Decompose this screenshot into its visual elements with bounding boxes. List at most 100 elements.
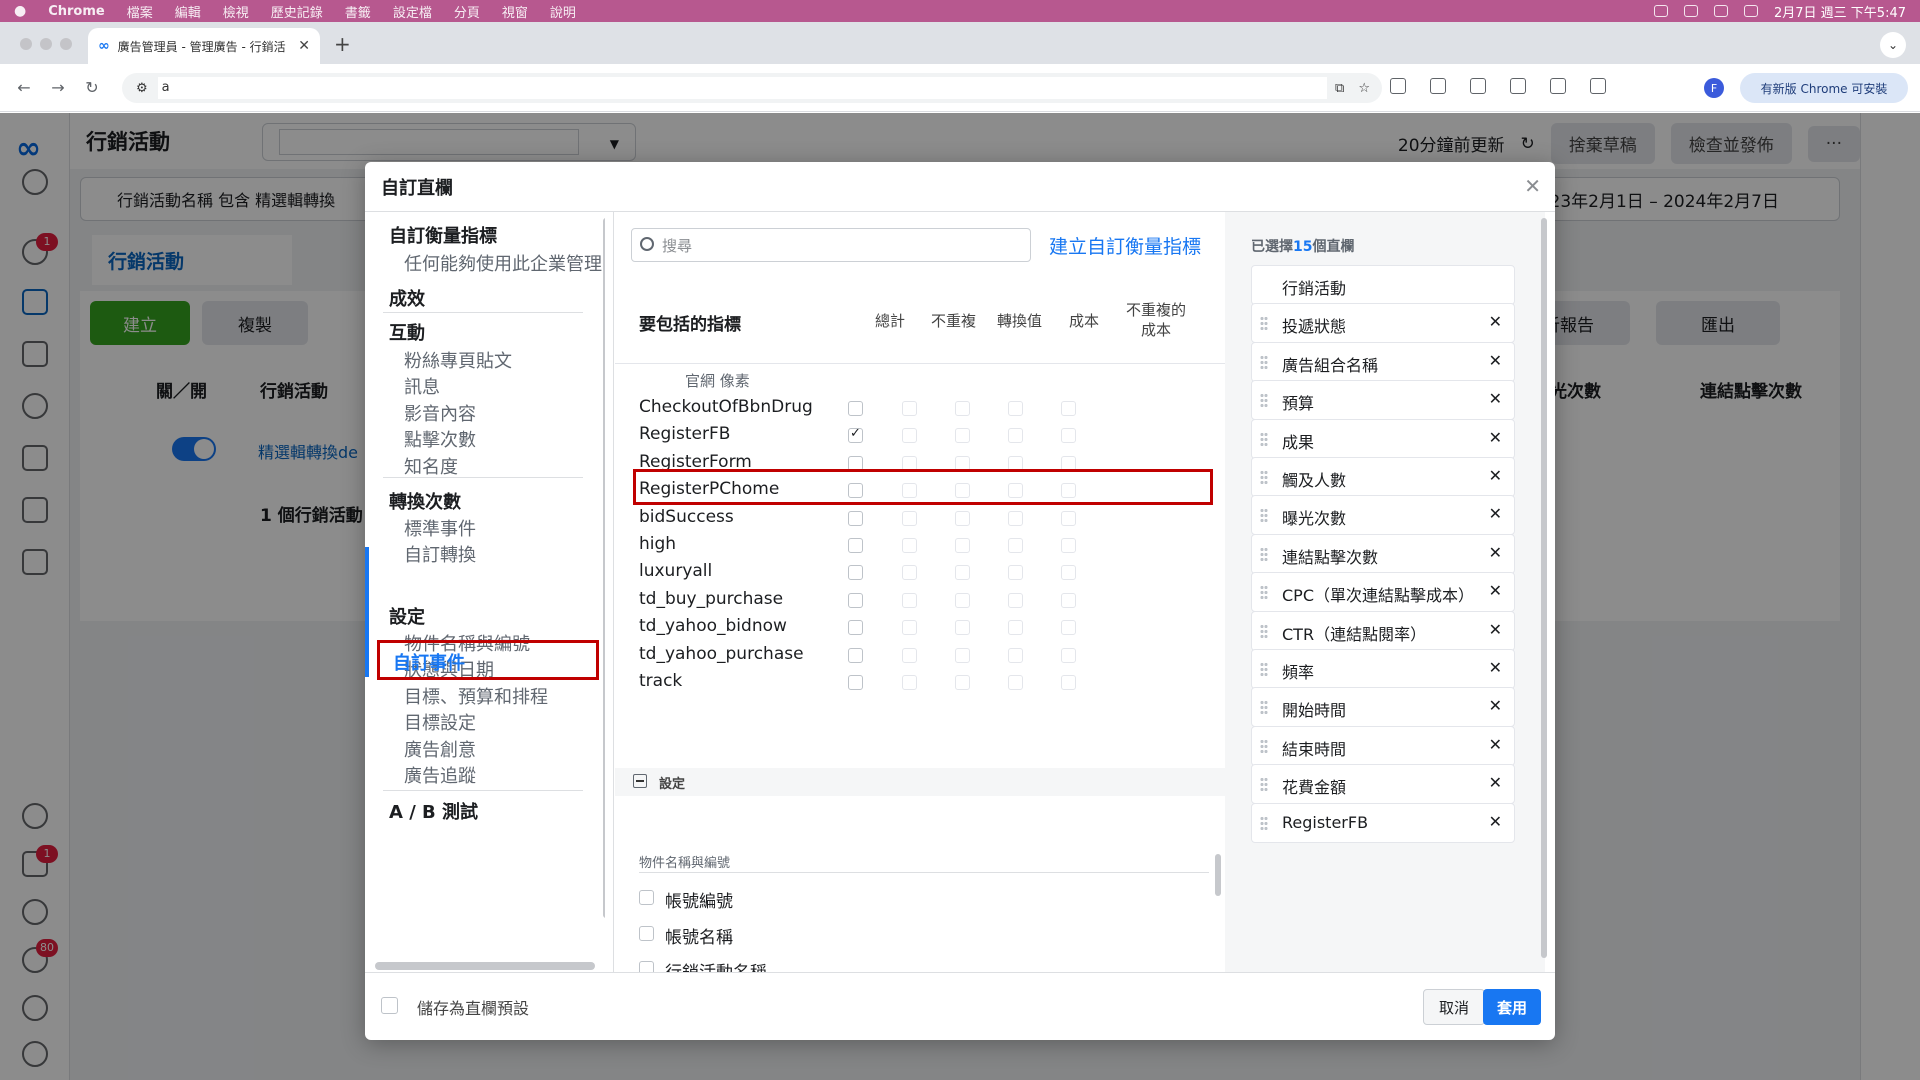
translate-icon[interactable]: [1430, 78, 1446, 94]
chrome-update-button[interactable]: 有新版 Chrome 可安裝: [1740, 73, 1908, 103]
metric-checkbox[interactable]: [955, 538, 970, 553]
apple-icon[interactable]: ●: [14, 3, 26, 19]
metric-checkbox[interactable]: [955, 592, 970, 608]
selected-column-item[interactable]: 花費金額 ✕: [1251, 764, 1515, 805]
metrics-scrollbar[interactable]: [1215, 854, 1221, 896]
profile-avatar[interactable]: F: [1704, 78, 1724, 98]
nav-item[interactable]: 目標、預算和排程: [404, 683, 548, 709]
menubar-item-bookmarks[interactable]: 書籤: [345, 2, 371, 21]
metric-checkbox[interactable]: [1061, 401, 1076, 416]
remove-column-icon[interactable]: ✕: [1489, 466, 1502, 485]
remove-column-icon[interactable]: ✕: [1489, 504, 1502, 523]
menubar-item-edit[interactable]: 編輯: [175, 2, 201, 21]
metric-checkbox[interactable]: [955, 510, 970, 526]
checkbox[interactable]: [639, 890, 654, 905]
nav-item[interactable]: 任何能夠使用此企業管理: [404, 250, 602, 276]
metric-checkbox[interactable]: [1061, 592, 1076, 608]
remove-column-icon[interactable]: ✕: [1489, 428, 1502, 447]
search-icon[interactable]: [1714, 5, 1728, 17]
settings-section-header[interactable]: 設定: [615, 768, 1225, 796]
metric-checkbox[interactable]: [1008, 428, 1023, 444]
nav-item[interactable]: 影音內容: [404, 400, 476, 426]
remove-column-icon[interactable]: ✕: [1489, 543, 1502, 562]
metric-checkbox[interactable]: [848, 538, 863, 553]
menubar-item-history[interactable]: 歷史記錄: [271, 2, 323, 21]
devtools-extension-icon[interactable]: [1470, 78, 1486, 94]
forward-button[interactable]: →: [48, 78, 68, 97]
nav-item[interactable]: 訊息: [404, 373, 440, 399]
selected-column-item[interactable]: 觸及人數 ✕: [1251, 457, 1515, 497]
menubar-item-file[interactable]: 檔案: [127, 2, 153, 21]
install-app-icon[interactable]: ⧉: [1335, 81, 1344, 96]
selected-column-item[interactable]: 廣告組合名稱 ✕: [1251, 341, 1515, 382]
drag-handle-icon[interactable]: [1260, 354, 1268, 371]
metric-checkbox[interactable]: [955, 675, 970, 690]
control-center-icon[interactable]: [1744, 5, 1758, 17]
metric-checkbox[interactable]: [848, 620, 863, 636]
drag-handle-icon[interactable]: [1260, 738, 1268, 755]
metric-checkbox[interactable]: [955, 401, 970, 416]
drag-handle-icon[interactable]: [1260, 470, 1268, 486]
nav-item[interactable]: 目標設定: [404, 709, 476, 735]
nav-item-custom-events[interactable]: 自訂事件: [377, 640, 599, 680]
menubar-item-profiles[interactable]: 設定檔: [393, 2, 432, 21]
wifi-icon[interactable]: [1684, 5, 1698, 17]
metric-checkbox[interactable]: [1008, 510, 1023, 526]
reload-button[interactable]: ↻: [82, 78, 102, 97]
metric-checkbox[interactable]: [902, 538, 917, 553]
side-panel-icon[interactable]: [1590, 78, 1606, 94]
remove-column-icon[interactable]: ✕: [1489, 351, 1502, 370]
metric-checkbox[interactable]: [902, 592, 917, 608]
selected-scrollbar[interactable]: [1541, 218, 1547, 958]
metric-checkbox[interactable]: [1061, 565, 1076, 581]
remove-column-icon[interactable]: ✕: [1489, 620, 1502, 639]
metric-checkbox[interactable]: [1008, 592, 1023, 608]
battery-icon[interactable]: [1654, 5, 1668, 17]
drag-handle-icon[interactable]: [1260, 316, 1268, 333]
menubar-clock[interactable]: 2月7日 週三 下午5:47: [1774, 2, 1906, 21]
nav-section-heading[interactable]: 互動: [389, 319, 425, 345]
metric-checkbox[interactable]: [902, 620, 917, 636]
remove-column-icon[interactable]: ✕: [1489, 773, 1502, 792]
settings-item-account-id[interactable]: 帳號編號: [639, 887, 733, 912]
tab-search-button[interactable]: ⌄: [1880, 32, 1906, 58]
metric-search-input[interactable]: 搜尋: [631, 228, 1031, 262]
checkbox[interactable]: [639, 961, 654, 972]
drag-handle-icon[interactable]: [1260, 623, 1268, 640]
zoom-window-button[interactable]: [60, 38, 72, 50]
metric-checkbox[interactable]: [1061, 620, 1076, 636]
metric-checkbox[interactable]: [1008, 647, 1023, 663]
menubar-item-view[interactable]: 檢視: [223, 2, 249, 21]
menubar-item-window[interactable]: 視窗: [502, 2, 528, 21]
metric-checkbox[interactable]: [1008, 401, 1023, 416]
metric-checkbox[interactable]: [1061, 647, 1076, 663]
drag-handle-icon[interactable]: [1260, 393, 1268, 410]
selected-column-item[interactable]: RegisterFB ✕: [1251, 802, 1515, 843]
metric-checkbox[interactable]: [1008, 620, 1023, 636]
nav-section-heading[interactable]: 自訂衡量指標: [389, 222, 497, 248]
nav-section-heading[interactable]: 成效: [389, 285, 425, 311]
selected-column-item[interactable]: 行銷活動: [1251, 265, 1515, 305]
metric-checkbox[interactable]: [1061, 538, 1076, 553]
nav-item[interactable]: 粉絲專頁貼文: [404, 347, 512, 373]
close-tab-icon[interactable]: ✕: [298, 38, 310, 54]
selected-column-item[interactable]: 投遞狀態 ✕: [1251, 303, 1515, 344]
selected-column-item[interactable]: 成果 ✕: [1251, 418, 1515, 459]
selected-column-item[interactable]: 曝光次數 ✕: [1251, 495, 1515, 536]
bookmark-star-icon[interactable]: ☆: [1358, 81, 1370, 96]
nav-item[interactable]: 廣告追蹤: [404, 762, 476, 788]
metric-checkbox[interactable]: [902, 510, 917, 526]
drag-handle-icon[interactable]: [1260, 431, 1268, 448]
nav-item[interactable]: 知名度: [404, 453, 458, 479]
metric-checkbox[interactable]: [848, 565, 863, 581]
nav-item[interactable]: 廣告創意: [404, 736, 476, 762]
menubar-item-tab[interactable]: 分頁: [454, 2, 480, 21]
nav-item[interactable]: 自訂轉換: [404, 541, 476, 567]
metric-checkbox[interactable]: [1008, 538, 1023, 553]
selected-column-item[interactable]: CTR（連結點閱率） ✕: [1251, 610, 1515, 651]
checkbox[interactable]: [381, 997, 398, 1014]
extension-icon[interactable]: [1390, 78, 1406, 94]
drag-handle-icon[interactable]: [1260, 700, 1268, 717]
back-button[interactable]: ←: [14, 78, 34, 97]
menubar-item-help[interactable]: 說明: [550, 2, 576, 21]
